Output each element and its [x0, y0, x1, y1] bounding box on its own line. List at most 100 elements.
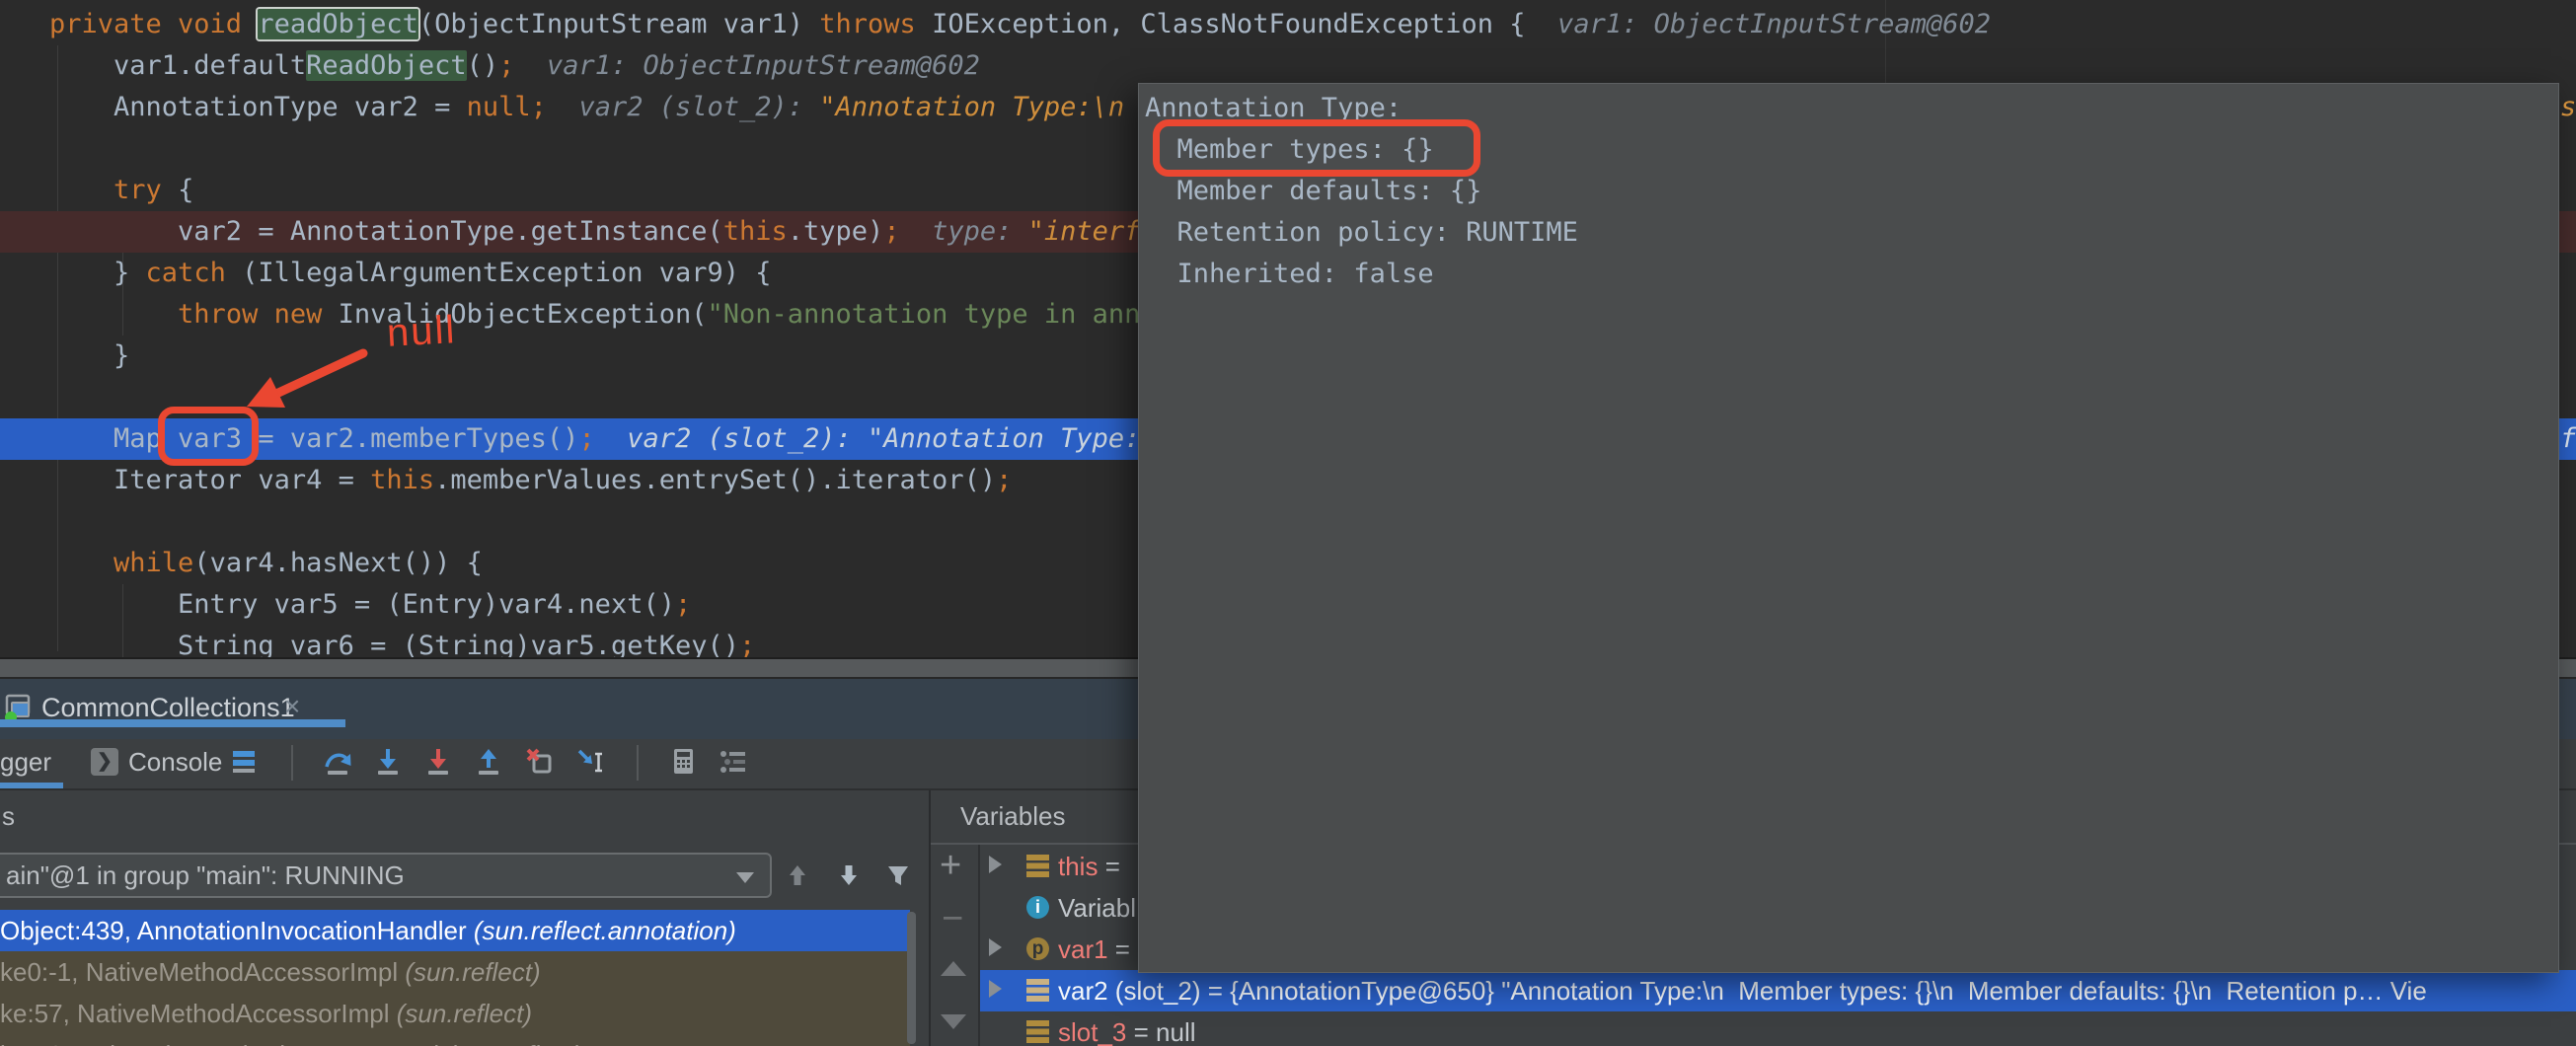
frame-location: Object:439, AnnotationInvocationHandler — [0, 916, 474, 945]
code-segment — [49, 299, 178, 330]
variables-panel-title: Variables — [960, 790, 1065, 845]
variable-text: slot_3 = null — [1058, 1011, 1196, 1046]
move-watch-up-icon[interactable] — [941, 961, 966, 976]
variable-text: var2 (slot_2) = {AnnotationType@650} "An… — [1058, 970, 2427, 1011]
variable-row[interactable]: var2 (slot_2) = {AnnotationType@650} "An… — [980, 970, 2576, 1011]
popup-line: Member defaults: {} — [1145, 171, 2558, 212]
frame-row[interactable]: ke:57, NativeMethodAccessorImpl (sun.ref… — [0, 993, 910, 1034]
active-tab-underline — [0, 719, 345, 727]
code-segment: (ObjectInputStream var1) — [418, 9, 819, 39]
frames-scrollbar[interactable] — [907, 912, 916, 1044]
code-segment: Entry var5 = (Entry)var4.next() — [49, 589, 675, 620]
code-segment: ; — [578, 423, 594, 454]
panel-divider[interactable] — [929, 790, 931, 1046]
code-line[interactable]: var1.defaultReadObject(); var1: ObjectIn… — [0, 45, 2576, 87]
tab-debugger[interactable]: gger — [0, 739, 51, 784]
value-icon — [1026, 1020, 1049, 1043]
code-segment: IOException, ClassNotFoundException { — [916, 9, 1526, 39]
code-segment — [49, 548, 114, 578]
variable-row[interactable]: slot_3 = null — [980, 1011, 2576, 1046]
hint-overflow-char: f — [2560, 418, 2576, 460]
code-segment: private void — [49, 9, 258, 39]
variable-text: var1 = — [1058, 929, 1137, 970]
code-segment: () — [467, 50, 499, 81]
frame-row[interactable]: Object:439, AnnotationInvocationHandler … — [0, 910, 910, 951]
code-segment: var2 (slot_2): — [547, 92, 819, 122]
code-segment: String var6 = (String)var5.getKey() — [49, 631, 739, 657]
run-to-cursor-icon[interactable] — [574, 746, 604, 776]
step-out-icon[interactable] — [474, 746, 503, 776]
frames-panel: ain"@1 in group "main": RUNNING Object:4… — [0, 845, 929, 1046]
expand-arrow-icon[interactable] — [989, 938, 1002, 956]
tab-console-label: Console — [128, 739, 222, 784]
evaluate-icon[interactable] — [668, 746, 698, 776]
value-icon — [1026, 979, 1049, 1002]
frame-package: (sun.reflect) — [446, 1040, 581, 1046]
frame-location: ke:57, NativeMethodAccessorImpl — [0, 999, 397, 1028]
code-segment: Iterator var4 = — [49, 465, 370, 495]
parameter-icon: p — [1026, 937, 1049, 960]
expand-arrow-icon[interactable] — [989, 856, 1002, 873]
debug-session-icon — [4, 693, 34, 722]
frame-package: (sun.reflect.annotation) — [474, 916, 736, 945]
code-segment: } — [49, 340, 129, 371]
code-segment: .type) — [788, 216, 884, 247]
code-segment — [49, 175, 114, 205]
red-annotation-box-member-types — [1153, 119, 1480, 177]
code-segment: var2 (slot_2): "Annotation Type:\ — [595, 423, 1157, 454]
previous-frame-icon[interactable] — [782, 859, 813, 891]
info-icon: i — [1026, 896, 1049, 919]
code-segment: var1: ObjectInputStream@602 — [1526, 9, 1991, 39]
code-segment: ; — [883, 216, 899, 247]
step-into-icon[interactable] — [373, 746, 403, 776]
code-segment: "Annotation Type:\n — [819, 92, 1124, 122]
layout-settings-icon[interactable] — [719, 746, 748, 776]
code-segment: .memberValues.entrySet().iterator() — [434, 465, 996, 495]
frame-row[interactable]: ke0:-1, NativeMethodAccessorImpl (sun.re… — [0, 951, 910, 993]
frame-package: (sun.reflect) — [405, 957, 540, 987]
value-inspection-popup[interactable]: Annotation Type: Member types: {} Member… — [1138, 83, 2559, 973]
next-frame-icon[interactable] — [833, 859, 865, 891]
ide-window: private void readObject(ObjectInputStrea… — [0, 0, 2576, 1046]
code-segment: AnnotationType var2 = — [49, 92, 467, 122]
code-segment: (IllegalArgumentException var9) { — [226, 258, 772, 288]
watches-toolbar: + − — [931, 845, 978, 1046]
view-options-icon[interactable] — [229, 746, 259, 776]
close-icon[interactable]: × — [284, 679, 300, 739]
code-segment: { — [162, 175, 194, 205]
thread-selector-dropdown[interactable]: ain"@1 in group "main": RUNNING — [0, 853, 772, 898]
code-segment: } — [49, 258, 146, 288]
value-icon — [1026, 855, 1049, 877]
frame-row[interactable]: ke:43, DelegatingMethodAccessorImpl (sun… — [0, 1034, 910, 1046]
debug-session-tab[interactable]: CommonCollections1 — [41, 679, 295, 739]
code-segment: (var4.hasNext()) { — [193, 548, 483, 578]
frame-location: ke0:-1, NativeMethodAccessorImpl — [0, 957, 405, 987]
code-segment: ; — [531, 92, 547, 122]
move-watch-down-icon[interactable] — [941, 1014, 966, 1029]
popup-line: Inherited: false — [1145, 254, 2558, 295]
drop-frame-icon[interactable] — [524, 746, 554, 776]
code-segment: var1.default — [49, 50, 306, 81]
code-line[interactable]: private void readObject(ObjectInputStrea… — [0, 4, 2576, 45]
step-over-icon[interactable] — [323, 746, 352, 776]
code-segment: catch — [146, 258, 226, 288]
code-segment: throws — [819, 9, 916, 39]
toolbar-separator — [637, 745, 639, 781]
code-segment: ; — [996, 465, 1012, 495]
force-step-into-icon[interactable] — [423, 746, 453, 776]
frame-package: (sun.reflect) — [397, 999, 532, 1028]
toolbar-separator — [291, 745, 293, 781]
thread-selector-value: ain"@1 in group "main": RUNNING — [6, 855, 405, 896]
red-annotation-arrow — [197, 326, 415, 444]
expand-arrow-icon[interactable] — [989, 980, 1002, 998]
add-watch-icon[interactable]: + — [940, 847, 961, 884]
frames-panel-title: s — [2, 790, 15, 845]
code-segment: null — [467, 92, 531, 122]
code-segment: ; — [675, 589, 691, 620]
filter-frames-icon[interactable] — [882, 859, 914, 891]
console-icon: ❯ — [91, 748, 118, 776]
remove-watch-icon[interactable]: − — [942, 900, 963, 937]
code-segment: this — [370, 465, 434, 495]
code-segment: this — [723, 216, 788, 247]
code-segment: ; — [498, 50, 514, 81]
